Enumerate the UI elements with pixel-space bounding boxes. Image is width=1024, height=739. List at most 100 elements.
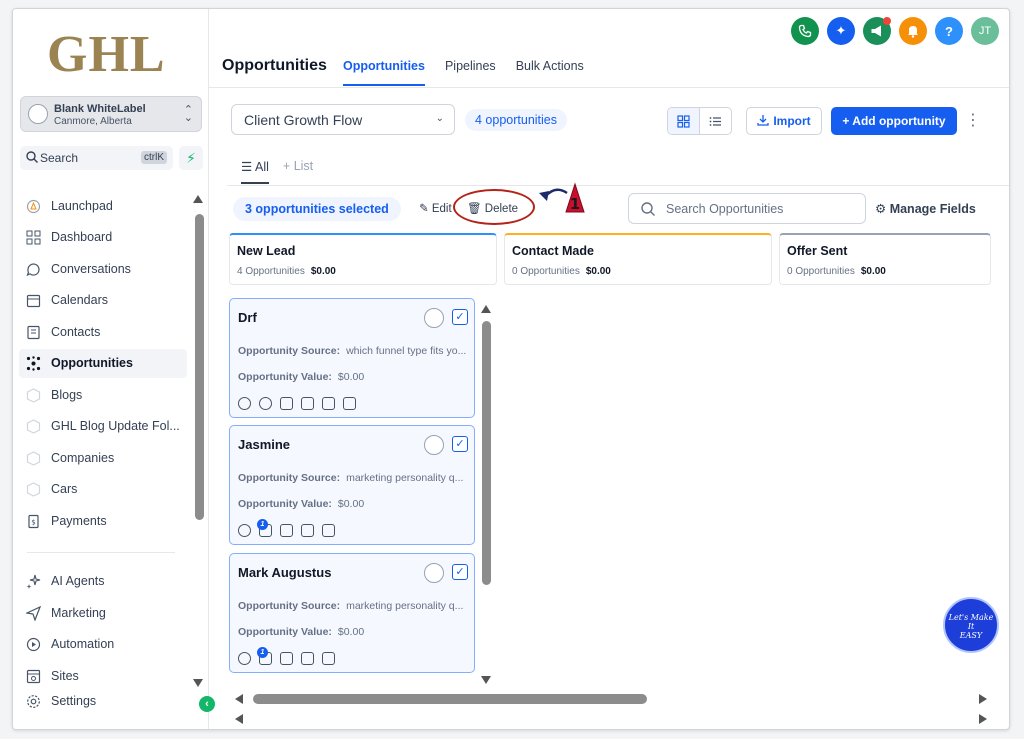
import-button[interactable]: Import [746, 107, 822, 135]
sidebar-item-payments[interactable]: $ Payments [19, 507, 187, 536]
sidebar-item-settings[interactable]: Settings [19, 687, 187, 716]
user-avatar[interactable]: JT [971, 17, 999, 45]
chevron-down-icon: ⌄ [435, 113, 444, 124]
opportunity-card[interactable]: Jasmine ✓ Opportunity Source: marketing p… [229, 425, 475, 545]
stage-summary: 4 Opportunities $0.00 [237, 266, 336, 277]
chat-icon[interactable] [238, 652, 251, 665]
chat-icon [26, 263, 40, 277]
sidebar-scrollbar-thumb[interactable] [195, 214, 204, 520]
search-label: Search [40, 151, 79, 165]
card-checkbox[interactable]: ✓ [452, 309, 468, 325]
sidebar-item-dashboard[interactable]: Dashboard [19, 223, 187, 252]
sidebar-item-calendars[interactable]: Calendars [19, 286, 187, 315]
sidebar-item-contacts[interactable]: Contacts [19, 318, 187, 347]
opportunity-search-input[interactable]: Search Opportunities [628, 193, 866, 224]
tab-bulk-actions[interactable]: Bulk Actions [516, 59, 584, 86]
chat-icon[interactable] [259, 397, 272, 410]
manage-fields-button[interactable]: ⚙ Manage Fields [875, 201, 976, 216]
opportunity-card[interactable]: Drf ✓ Opportunity Source: which funnel ty… [229, 298, 475, 418]
sidebar-item-cars[interactable]: Cars [19, 475, 187, 504]
sidebar-item-label: Dashboard [51, 230, 113, 244]
gear-icon: ⚙ [875, 202, 890, 216]
scroll-up-arrow-icon[interactable] [481, 305, 491, 313]
edit-button[interactable]: ✎ Edit [419, 201, 452, 215]
sidebar-item-automation[interactable]: Automation [19, 630, 187, 659]
grid-icon [26, 230, 41, 245]
task-icon[interactable] [322, 397, 335, 410]
sidebar-item-label: Automation [51, 637, 115, 651]
note-icon[interactable] [301, 397, 314, 410]
tag-icon[interactable] [280, 397, 293, 410]
bell-icon[interactable] [899, 17, 927, 45]
task-icon[interactable] [301, 524, 314, 537]
send-icon [26, 606, 41, 621]
tag-icon[interactable]: 1 [257, 647, 272, 665]
cube-icon [26, 482, 41, 497]
tab-pipelines[interactable]: Pipelines [445, 59, 496, 86]
scroll-left-arrow-icon[interactable] [235, 714, 243, 724]
sidebar-item-companies[interactable]: Companies [19, 444, 187, 473]
sidebar-item-opportunities[interactable]: Opportunities [19, 349, 187, 378]
list-view-icon[interactable] [700, 108, 731, 134]
sidebar-item-ghl-blog-update[interactable]: GHL Blog Update Fol... [19, 412, 187, 441]
phone-icon[interactable] [791, 17, 819, 45]
app-window: GHL Blank WhiteLabel Canmore, Alberta ⌃ ⌄… [12, 8, 1010, 730]
sidebar-item-ai-agents[interactable]: AI Agents [19, 567, 187, 596]
card-checkbox[interactable]: ✓ [452, 564, 468, 580]
scroll-right-arrow-icon[interactable] [979, 694, 987, 704]
note-icon[interactable] [280, 652, 293, 665]
page-horizontal-scrollbar[interactable] [231, 713, 991, 725]
column-scrollbar[interactable] [481, 305, 491, 685]
location-place: Canmore, Alberta [54, 116, 132, 127]
card-checkbox[interactable]: ✓ [452, 436, 468, 452]
field-value: which funnel type fits yo... [346, 345, 467, 357]
location-switcher[interactable]: Blank WhiteLabel Canmore, Alberta ⌃ ⌄ [20, 96, 202, 132]
sidebar-item-label: GHL Blog Update Fol... [51, 419, 180, 433]
task-icon[interactable] [301, 652, 314, 665]
calendar-icon[interactable] [322, 524, 335, 537]
phone-icon[interactable] [238, 397, 251, 410]
card-value-row: Opportunity Value: $0.00 [238, 498, 364, 510]
scroll-down-arrow-icon[interactable] [193, 679, 203, 687]
sidebar-item-blogs[interactable]: Blogs [19, 381, 187, 410]
agency-logo[interactable]: GHL [47, 25, 166, 84]
sidebar-search[interactable]: Search ctrlK [20, 146, 173, 170]
scroll-left-arrow-icon[interactable] [235, 694, 243, 704]
view-tab-all-label: All [255, 160, 269, 174]
assign-user-icon[interactable] [424, 308, 444, 328]
sidebar-item-marketing[interactable]: Marketing [19, 599, 187, 628]
annotation-number: 1 [570, 195, 580, 213]
horizontal-scrollbar[interactable] [231, 693, 991, 705]
horizontal-scrollbar-thumb[interactable] [253, 694, 647, 704]
megaphone-icon[interactable] [863, 17, 891, 45]
tab-opportunities[interactable]: Opportunities [343, 59, 425, 86]
calendar-icon[interactable] [343, 397, 356, 410]
tag-icon[interactable]: 1 [257, 519, 272, 537]
pipeline-select[interactable]: Client Growth Flow ⌄ [231, 104, 455, 135]
search-icon [641, 202, 655, 216]
add-opportunity-button[interactable]: + Add opportunity [831, 107, 957, 135]
grid-view-icon[interactable] [668, 108, 700, 134]
add-view-label: List [293, 159, 314, 173]
chat-icon[interactable] [238, 524, 251, 537]
more-options-icon[interactable]: ⋮ [965, 109, 981, 133]
assign-user-icon[interactable] [424, 435, 444, 455]
ai-sparkle-icon[interactable]: ✦ [827, 17, 855, 45]
help-icon[interactable]: ? [935, 17, 963, 45]
scroll-up-arrow-icon[interactable] [193, 195, 203, 203]
calendar-icon[interactable] [322, 652, 335, 665]
column-scrollbar-thumb[interactable] [482, 321, 491, 585]
sparkle-icon [26, 574, 41, 589]
quick-action-bolt-icon[interactable]: ⚡ [179, 146, 203, 170]
sidebar-item-launchpad[interactable]: Launchpad [19, 192, 187, 221]
assign-user-icon[interactable] [424, 563, 444, 583]
search-shortcut: ctrlK [141, 151, 167, 164]
sidebar-item-conversations[interactable]: Conversations [19, 255, 187, 284]
note-icon[interactable] [280, 524, 293, 537]
view-tab-all[interactable]: ☰ All [241, 159, 269, 184]
scroll-down-arrow-icon[interactable] [481, 676, 491, 684]
scroll-right-arrow-icon[interactable] [979, 714, 987, 724]
opportunity-card[interactable]: Mark Augustus ✓ Opportunity Source: marke… [229, 553, 475, 673]
sidebar-item-label: Contacts [51, 325, 101, 339]
add-view-tab[interactable]: + List [283, 159, 313, 184]
